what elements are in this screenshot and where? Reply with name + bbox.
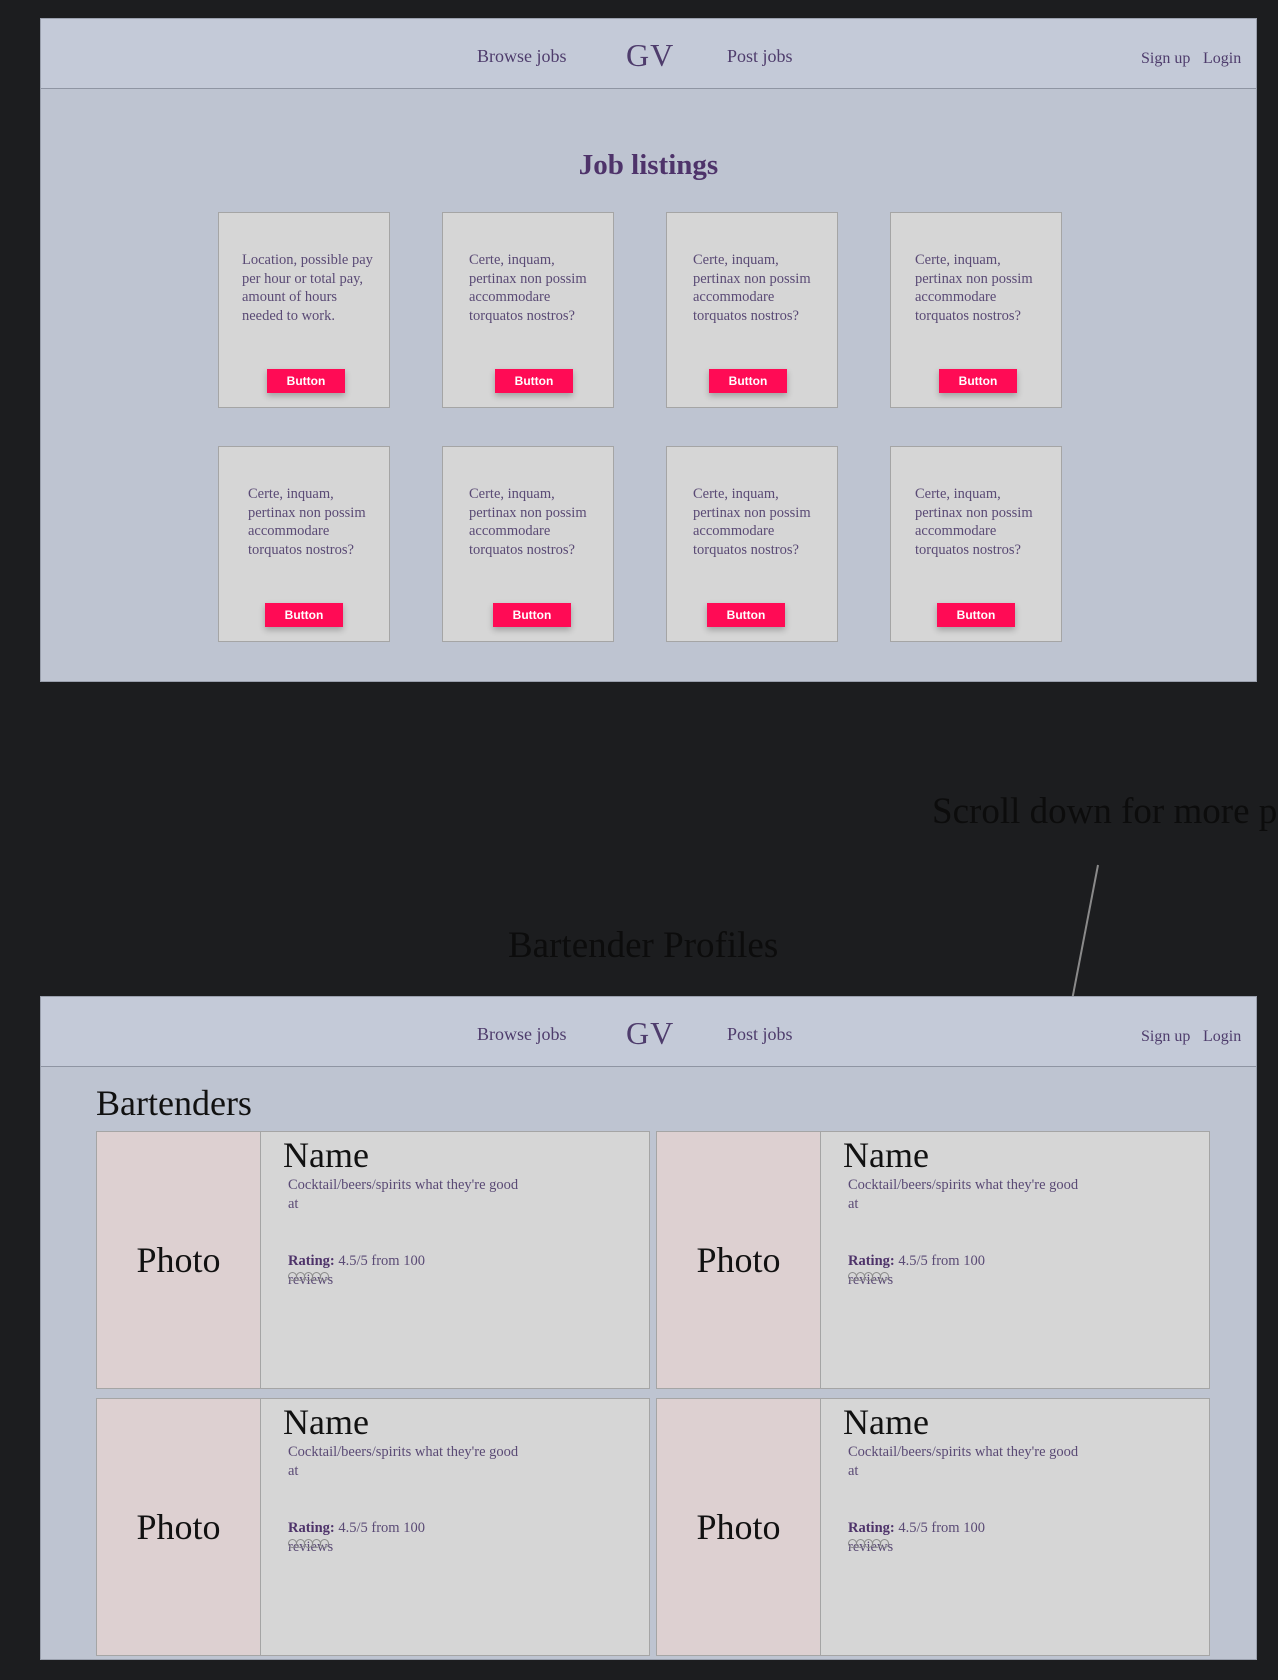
section-title: Job listings: [578, 149, 719, 181]
profile-skills: Cocktail/beers/spirits what they're good…: [288, 1177, 519, 1212]
rating-stars: [848, 1272, 889, 1281]
profile-card[interactable]: Photo Name Cocktail/beers/spirits what t…: [656, 1398, 1210, 1656]
bartender-profiles-frame: Browse jobs GV Post jobs Sign up Login B…: [40, 996, 1257, 1660]
bartenders-heading: Bartenders: [96, 1083, 252, 1123]
logo[interactable]: GV: [626, 1015, 674, 1052]
job-card-button[interactable]: Button: [265, 603, 343, 627]
job-card: Certe, inquam, pertinax non possim accom…: [890, 446, 1062, 642]
rating-stars: [288, 1272, 329, 1281]
nav-sign-up[interactable]: Sign up: [1141, 50, 1190, 68]
profile-rating: Rating: 4.5/5 from 100 reviews: [288, 1252, 448, 1289]
job-card-button[interactable]: Button: [493, 603, 571, 627]
profile-skills: Cocktail/beers/spirits what they're good…: [288, 1444, 519, 1479]
star-icon: [320, 1539, 329, 1548]
profile-photo: Photo: [97, 1132, 261, 1388]
profile-rating: Rating: 4.5/5 from 100 reviews: [848, 1252, 1008, 1289]
navbar: Browse jobs GV Post jobs Sign up Login: [41, 19, 1256, 89]
rating-label: Rating:: [848, 1253, 895, 1269]
nav-login[interactable]: Login: [1203, 50, 1241, 68]
nav-post-jobs[interactable]: Post jobs: [727, 46, 793, 67]
job-listings-frame: Browse jobs GV Post jobs Sign up Login J…: [40, 18, 1257, 682]
job-card: Certe, inquam, pertinax non possim accom…: [666, 212, 838, 408]
profile-skills: Cocktail/beers/spirits what they're good…: [848, 1177, 1079, 1212]
profile-skills: Cocktail/beers/spirits what they're good…: [848, 1444, 1079, 1479]
profile-card[interactable]: Photo Name Cocktail/beers/spirits what t…: [96, 1398, 650, 1656]
profile-rating: Rating: 4.5/5 from 100 reviews: [288, 1519, 448, 1556]
profile-card[interactable]: Photo Name Cocktail/beers/spirits what t…: [96, 1131, 650, 1389]
job-card-button[interactable]: Button: [495, 369, 573, 393]
job-card-button[interactable]: Button: [939, 369, 1017, 393]
rating-label: Rating:: [848, 1520, 895, 1536]
job-card: Location, possible pay per hour or total…: [218, 212, 390, 408]
job-card: Certe, inquam, pertinax non possim accom…: [890, 212, 1062, 408]
nav-browse-jobs[interactable]: Browse jobs: [477, 1024, 567, 1045]
rating-stars: [848, 1539, 889, 1548]
navbar: Browse jobs GV Post jobs Sign up Login: [41, 997, 1256, 1067]
job-description: Certe, inquam, pertinax non possim accom…: [469, 252, 587, 324]
profile-photo: Photo: [97, 1399, 261, 1655]
star-icon: [320, 1272, 329, 1281]
job-card: Certe, inquam, pertinax non possim accom…: [442, 212, 614, 408]
job-description: Certe, inquam, pertinax non possim accom…: [693, 252, 811, 324]
nav-browse-jobs[interactable]: Browse jobs: [477, 46, 567, 67]
star-icon: [880, 1539, 889, 1548]
job-description: Certe, inquam, pertinax non possim accom…: [693, 486, 811, 558]
profile-name: Name: [283, 1135, 369, 1175]
nav-post-jobs[interactable]: Post jobs: [727, 1024, 793, 1045]
job-description: Certe, inquam, pertinax non possim accom…: [248, 486, 366, 558]
profile-name: Name: [843, 1135, 929, 1175]
job-card-button[interactable]: Button: [267, 369, 345, 393]
scroll-note-annotation: Scroll down for more p: [932, 791, 1278, 832]
profile-photo: Photo: [657, 1399, 821, 1655]
job-card-button[interactable]: Button: [707, 603, 785, 627]
nav-login[interactable]: Login: [1203, 1028, 1241, 1046]
star-icon: [880, 1272, 889, 1281]
job-card-button[interactable]: Button: [937, 603, 1015, 627]
job-card: Certe, inquam, pertinax non possim accom…: [666, 446, 838, 642]
profile-name: Name: [283, 1402, 369, 1442]
profile-name: Name: [843, 1402, 929, 1442]
job-description: Location, possible pay per hour or total…: [242, 252, 373, 324]
logo[interactable]: GV: [626, 37, 674, 74]
job-card: Certe, inquam, pertinax non possim accom…: [218, 446, 390, 642]
rating-label: Rating:: [288, 1520, 335, 1536]
job-card: Certe, inquam, pertinax non possim accom…: [442, 446, 614, 642]
bartender-profiles-annotation: Bartender Profiles: [508, 925, 779, 966]
nav-sign-up[interactable]: Sign up: [1141, 1028, 1190, 1046]
job-description: Certe, inquam, pertinax non possim accom…: [915, 252, 1033, 324]
job-description: Certe, inquam, pertinax non possim accom…: [915, 486, 1033, 558]
profile-card[interactable]: Photo Name Cocktail/beers/spirits what t…: [656, 1131, 1210, 1389]
rating-stars: [288, 1539, 329, 1548]
profile-rating: Rating: 4.5/5 from 100 reviews: [848, 1519, 1008, 1556]
job-card-button[interactable]: Button: [709, 369, 787, 393]
job-description: Certe, inquam, pertinax non possim accom…: [469, 486, 587, 558]
rating-label: Rating:: [288, 1253, 335, 1269]
profile-photo: Photo: [657, 1132, 821, 1388]
